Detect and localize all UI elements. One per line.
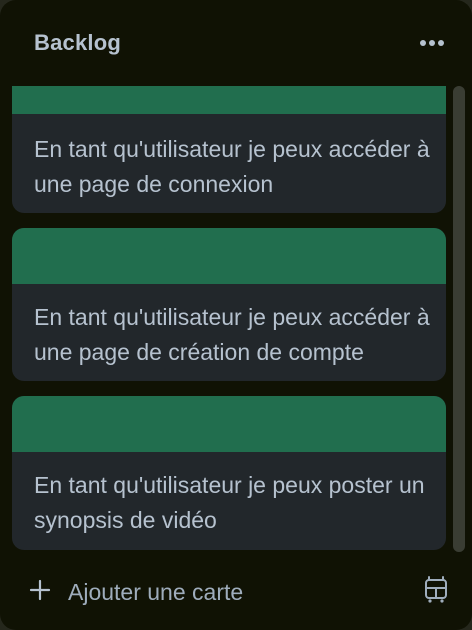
scrollbar-thumb[interactable] [453, 86, 465, 552]
card-cover [12, 396, 446, 452]
list-header: Backlog [0, 0, 472, 88]
plus-icon [28, 578, 52, 607]
create-from-template-button[interactable] [420, 574, 452, 606]
card-title: En tant qu'utilisateur je peux accéder à… [34, 136, 430, 197]
more-horizontal-icon [412, 28, 452, 60]
card-title: En tant qu'utilisateur je peux poster un… [34, 472, 425, 533]
cards-list: En tant qu'utilisateur je peux accéder à… [0, 86, 472, 556]
card-template-icon [420, 576, 452, 610]
card-title: En tant qu'utilisateur je peux accéder à… [34, 304, 430, 365]
list-column: Backlog En tant qu'utilisateur je peux a… [0, 0, 472, 630]
list-title[interactable]: Backlog [34, 30, 121, 56]
list-footer: Ajouter une carte [0, 562, 472, 622]
add-card-label: Ajouter une carte [68, 579, 244, 605]
card-cover [12, 86, 446, 114]
list-actions-button[interactable] [412, 28, 452, 60]
card[interactable]: En tant qu'utilisateur je peux poster un… [12, 396, 446, 550]
card[interactable]: En tant qu'utilisateur je peux accéder à… [12, 86, 446, 213]
card[interactable]: En tant qu'utilisateur je peux accéder à… [12, 228, 446, 381]
card-cover [12, 228, 446, 284]
add-card-button[interactable]: Ajouter une carte [20, 568, 400, 612]
